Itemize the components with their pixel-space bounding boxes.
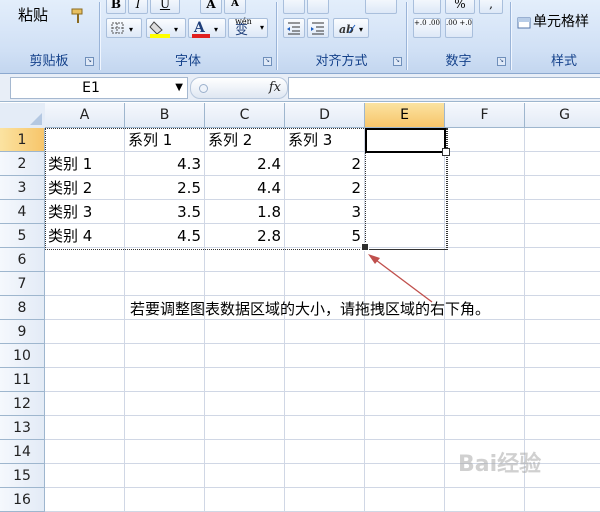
watermark: Bai经验 [458, 452, 542, 477]
annotation-arrow [368, 254, 433, 303]
arrow-head-icon [368, 254, 380, 264]
arrow-line [371, 256, 433, 303]
annotation-text: 若要调整图表数据区域的大小，请拖拽区域的右下角。 [130, 300, 491, 318]
